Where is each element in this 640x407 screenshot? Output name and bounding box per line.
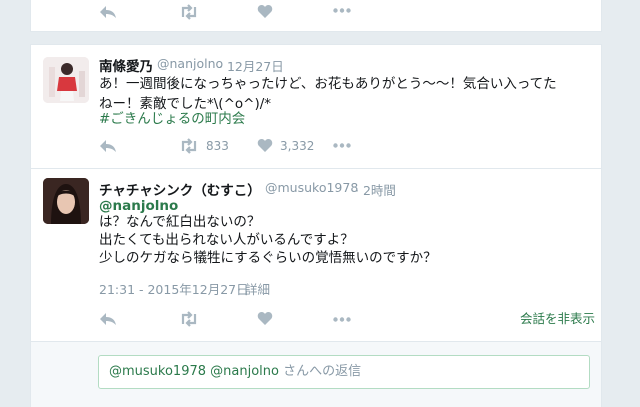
retweet-icon <box>181 4 197 20</box>
author-name[interactable]: 南條愛乃 <box>99 55 153 75</box>
retweet-icon <box>181 138 197 154</box>
reply-button[interactable] <box>99 311 117 327</box>
reply-button[interactable] <box>99 4 117 20</box>
like-count: 3,332 <box>280 138 315 153</box>
divider <box>31 168 601 169</box>
avatar[interactable] <box>43 178 89 224</box>
more-icon <box>333 8 351 13</box>
more-button[interactable] <box>333 8 351 13</box>
author-name[interactable]: チャチャシンク（むすこ） <box>99 179 261 199</box>
retweet-button[interactable] <box>179 311 199 327</box>
like-button[interactable] <box>257 4 273 19</box>
heart-icon <box>257 5 273 18</box>
details-link[interactable]: · 詳細 <box>237 279 270 298</box>
hashtag-link[interactable]: #ごきんじょるの町内会 <box>99 107 245 127</box>
more-button[interactable] <box>333 317 351 322</box>
previous-tweet-card <box>30 0 602 32</box>
retweet-icon <box>181 311 197 327</box>
like-button[interactable] <box>257 311 273 326</box>
tweet-time[interactable]: · 2時間 <box>355 180 396 199</box>
reply-input[interactable]: @musuko1978 @nanjolno さんへの返信 <box>98 355 590 389</box>
tweet-text-line-1: は？なんで紅白出ないの？ <box>99 214 261 230</box>
heart-icon <box>257 139 273 152</box>
retweet-count: 833 <box>206 139 229 153</box>
retweet-button[interactable] <box>179 4 199 20</box>
more-button[interactable] <box>333 143 351 148</box>
reply-mentions: @musuko1978 @nanjolno <box>109 364 279 379</box>
avatar[interactable] <box>43 57 89 103</box>
reply-button[interactable] <box>99 138 117 154</box>
heart-icon <box>257 312 273 325</box>
reply-icon <box>100 6 116 18</box>
tweet-timestamp: 21:31 - 2015年12月27日 <box>99 282 249 297</box>
more-icon <box>333 143 351 148</box>
avatar-photo <box>43 57 89 103</box>
conversation-card: 南條愛乃 @nanjolno · 12月27日 あ！一週間後になっちゃったけど、… <box>30 44 602 407</box>
reply-area: @musuko1978 @nanjolno さんへの返信 <box>31 341 601 407</box>
author-handle[interactable]: @musuko1978 <box>265 180 358 195</box>
tweet-time[interactable]: · 12月27日 <box>219 56 284 75</box>
tweet-text-line-2: 出たくても出られない人がいるんですよ？ <box>99 232 354 248</box>
avatar-photo <box>43 178 89 224</box>
tweet-text-line-1: あ！一週間後になっちゃったけど、お花もありがとう〜〜！気合い入ってた <box>99 76 557 92</box>
tweet-text-line-3: 少しのケガなら犠牲にするぐらいの覚悟無いのですか？ <box>99 250 437 266</box>
retweet-button[interactable]: 833 <box>179 138 229 154</box>
reply-placeholder: さんへの返信 <box>278 364 362 379</box>
hide-conversation-link[interactable]: 会話を非表示 <box>520 308 595 327</box>
author-handle[interactable]: @nanjolno <box>157 56 223 71</box>
like-button[interactable]: 3,332 <box>257 138 314 153</box>
reply-icon <box>100 313 116 325</box>
reply-icon <box>100 140 116 152</box>
more-icon <box>333 317 351 322</box>
